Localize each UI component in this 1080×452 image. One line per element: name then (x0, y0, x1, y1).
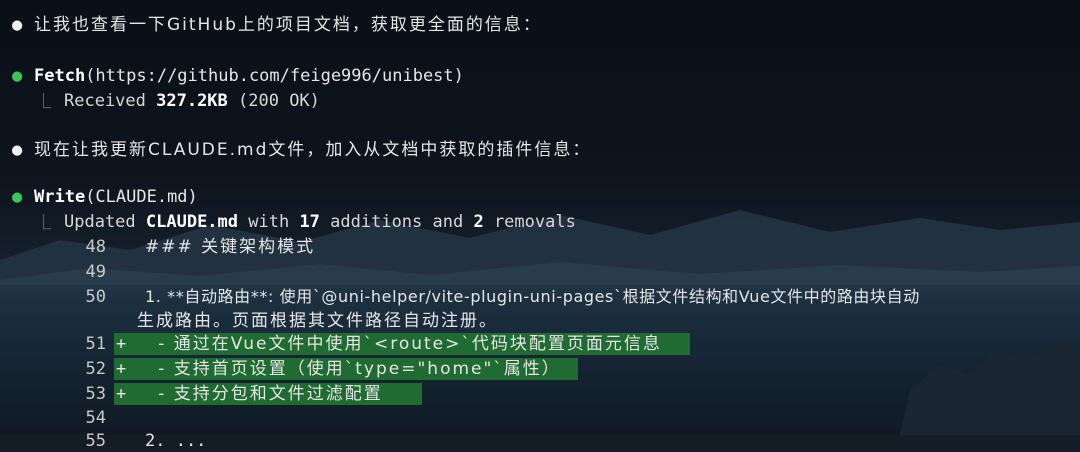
plus-marker: + (116, 334, 127, 354)
result-word: additions and (319, 212, 474, 232)
code-text: - 支持首页设置（使用`type="home"`属性） (136, 359, 561, 379)
tool-args-fetch: (https://github.com/feige996/unibest) (85, 66, 464, 86)
tree-branch-icon: ⎿ (36, 92, 52, 110)
white-dot-icon: ● (12, 15, 23, 35)
removals-count: 2 (473, 212, 484, 232)
plus-marker: + (116, 384, 127, 404)
code-text: ### 关键架构模式 (145, 237, 316, 257)
result-word: Updated (64, 212, 146, 232)
line-number: 53 (85, 384, 106, 404)
tree-branch-icon: ⎿ (36, 213, 52, 231)
tool-name-fetch: Fetch (34, 66, 86, 86)
code-text: - 通过在Vue文件中使用`<route>`代码块配置页面元信息 (136, 334, 662, 354)
line-number: 49 (85, 262, 106, 282)
line-number: 54 (85, 408, 106, 428)
white-dot-icon: ● (12, 140, 23, 160)
code-text: 1. **自动路由**: 使用`@uni-helper/vite-plugin-… (145, 287, 920, 306)
result-word: with (238, 212, 300, 232)
result-size: 327.2KB (156, 91, 228, 111)
line-number: 52 (85, 359, 106, 379)
tool-args-write: (CLAUDE.md) (85, 187, 198, 207)
code-text: 生成路由。页面根据其文件路径自动注册。 (137, 311, 498, 331)
result-prefix: Received (64, 91, 157, 111)
green-dot-icon: ● (12, 187, 23, 207)
code-text: - 支持分包和文件过滤配置 (136, 384, 383, 404)
code-text: 2. ... (145, 431, 207, 451)
additions-count: 17 (299, 212, 320, 232)
line-number: 55 (85, 431, 106, 451)
line-number: 48 (85, 237, 106, 257)
plus-marker: + (116, 359, 127, 379)
result-word: removals (483, 212, 576, 232)
line-number: 51 (85, 334, 106, 354)
result-file: CLAUDE.md (145, 212, 239, 232)
message-text: 现在让我更新CLAUDE.md文件，加入从文档中获取的插件信息： (34, 140, 592, 160)
terminal-output: ● 让我也查看一下GitHub上的项目文档，获取更全面的信息： ● Fetch(… (0, 0, 1080, 451)
message-text: 让我也查看一下GitHub上的项目文档，获取更全面的信息： (34, 15, 542, 35)
green-dot-icon: ● (12, 66, 23, 86)
result-status: (200 OK) (227, 91, 320, 111)
line-number: 50 (85, 287, 106, 307)
tool-name-write: Write (34, 187, 86, 207)
